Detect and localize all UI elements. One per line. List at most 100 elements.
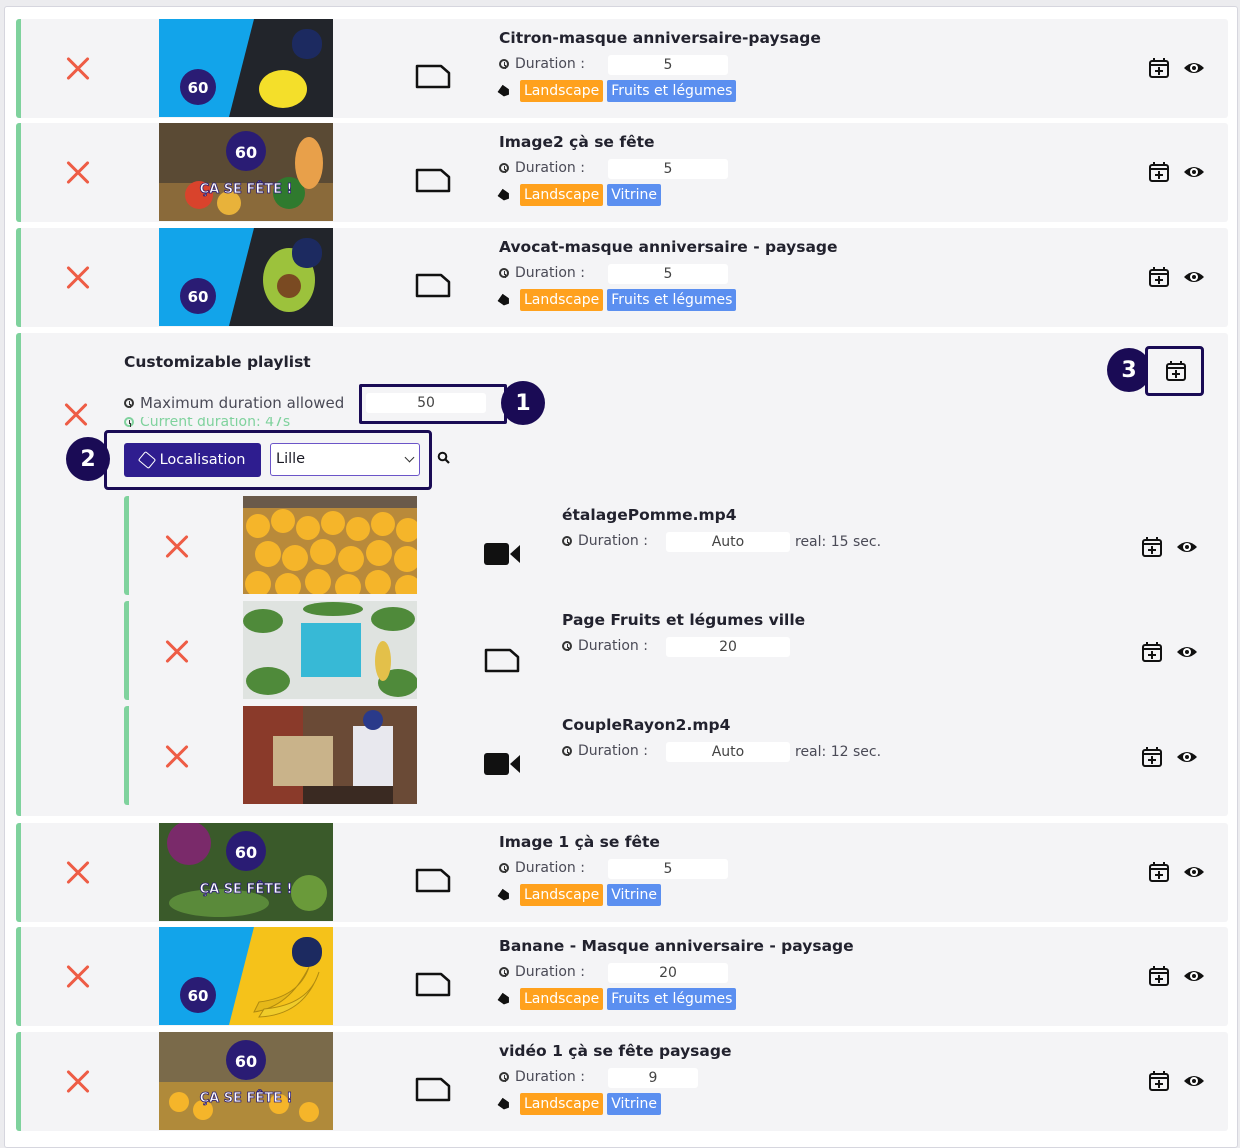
duration-input[interactable]: Auto [666,742,790,762]
media-title: Image2 çà se fête [499,133,655,151]
duration-input[interactable]: 5 [608,55,728,75]
calendar-plus-icon[interactable] [1141,641,1163,663]
clock-icon [499,967,509,977]
close-icon[interactable] [65,265,91,291]
tag-list: Landscape Vitrine [499,184,661,206]
close-icon[interactable] [65,964,91,990]
localisation-button[interactable]: Localisation [124,443,261,477]
media-title: étalagePomme.mp4 [562,506,737,524]
duration-input[interactable]: 5 [608,859,728,879]
tag: Fruits et légumes [607,289,737,311]
close-icon[interactable] [164,639,190,665]
tag: Fruits et légumes [607,988,737,1010]
close-icon[interactable] [164,534,190,560]
media-title: Citron-masque anniversaire-paysage [499,29,821,47]
svg-text:60: 60 [235,843,257,862]
duration-label: Duration : [562,638,648,654]
clock-icon [124,417,134,427]
duration-input[interactable]: 20 [608,963,728,983]
clock-icon [562,746,572,756]
duration-label: Duration : [499,160,585,176]
tag: Fruits et légumes [607,80,737,102]
calendar-plus-icon[interactable] [1141,536,1163,558]
calendar-plus-icon[interactable] [1165,360,1187,382]
max-duration-label: Maximum duration allowed [124,394,344,412]
playlist-title: Customizable playlist [124,353,311,371]
tag-list: Landscape Vitrine [499,884,661,906]
max-duration-highlight [359,384,507,424]
eye-icon[interactable] [1183,161,1205,183]
eye-icon[interactable] [1176,536,1198,558]
eye-icon[interactable] [1183,266,1205,288]
calendar-plus-icon[interactable] [1141,746,1163,768]
duration-label: Duration : [562,533,648,549]
eye-icon[interactable] [1183,965,1205,987]
close-icon[interactable] [164,744,190,770]
duration-input[interactable]: 5 [608,159,728,179]
eye-icon[interactable] [1176,746,1198,768]
image-file-icon [415,1077,451,1102]
clock-icon [499,268,509,278]
location-select[interactable]: Lille [270,443,420,476]
tag-list: Landscape Fruits et légumes [499,988,737,1010]
playlist-item: étalagePomme.mp4 Duration : Auto real: 1… [124,496,1204,595]
duration-label: Duration : [499,964,585,980]
svg-text:60: 60 [235,143,257,162]
svg-text:60: 60 [188,987,209,1005]
media-thumbnail: 60 ÇA SE FÊTE ! [159,123,333,221]
close-icon[interactable] [63,402,89,428]
calendar-plus-icon[interactable] [1148,266,1170,288]
callout-badge: 1 [501,381,545,425]
media-title: Banane - Masque anniversaire - paysage [499,937,854,955]
media-title: Avocat-masque anniversaire - paysage [499,238,838,256]
svg-text:ÇA SE FÊTE !: ÇA SE FÊTE ! [200,181,293,197]
eye-icon[interactable] [1183,861,1205,883]
search-icon[interactable] [437,451,451,465]
real-duration: real: 12 sec. [795,744,882,760]
playlist-item: CoupleRayon2.mp4 Duration : Auto real: 1… [124,706,1204,805]
duration-input[interactable]: 9 [608,1068,698,1088]
close-icon[interactable] [65,860,91,886]
duration-label: Duration : [499,1069,585,1085]
duration-label: Duration : [562,743,648,759]
media-title: Page Fruits et légumes ville [562,611,806,629]
svg-text:60: 60 [235,1052,257,1071]
media-title: CoupleRayon2.mp4 [562,716,731,734]
duration-label: Duration : [499,56,585,72]
close-icon[interactable] [65,56,91,82]
video-camera-icon [484,543,520,565]
clock-icon [124,398,134,408]
eye-icon[interactable] [1176,641,1198,663]
media-title: Image 1 çà se fête [499,833,660,851]
calendar-plus-icon[interactable] [1148,1070,1170,1092]
duration-input[interactable]: Auto [666,532,790,552]
close-icon[interactable] [65,160,91,186]
callout-badge: 2 [66,437,110,481]
media-thumbnail [243,601,417,699]
location-select-value: Lille [276,451,306,467]
clock-icon [562,536,572,546]
media-row: 60 ÇA SE FÊTE ! Image 1 çà se fête Durati… [16,823,1228,922]
duration-label: Duration : [499,265,585,281]
current-duration: Current duration: 47s [124,417,290,427]
customizable-playlist: Customizable playlist Maximum duration a… [16,333,1228,816]
duration-input[interactable]: 20 [666,637,790,657]
eye-icon[interactable] [1183,1070,1205,1092]
calendar-plus-icon[interactable] [1148,965,1170,987]
calendar-plus-icon[interactable] [1148,57,1170,79]
playlist-item: Page Fruits et légumes ville Duration : … [124,601,1204,700]
close-icon[interactable] [65,1069,91,1095]
calendar-plus-icon[interactable] [1148,861,1170,883]
duration-input[interactable]: 5 [608,264,728,284]
clock-icon [562,641,572,651]
tag-icon [497,1097,511,1111]
chevron-down-icon [404,452,415,463]
eye-icon[interactable] [1183,57,1205,79]
tag-icon [137,450,156,470]
calendar-plus-icon[interactable] [1148,161,1170,183]
tag: Landscape [520,80,604,102]
image-file-icon [415,273,451,298]
clock-icon [499,59,509,69]
image-file-icon [415,64,451,89]
svg-text:60: 60 [188,288,209,306]
